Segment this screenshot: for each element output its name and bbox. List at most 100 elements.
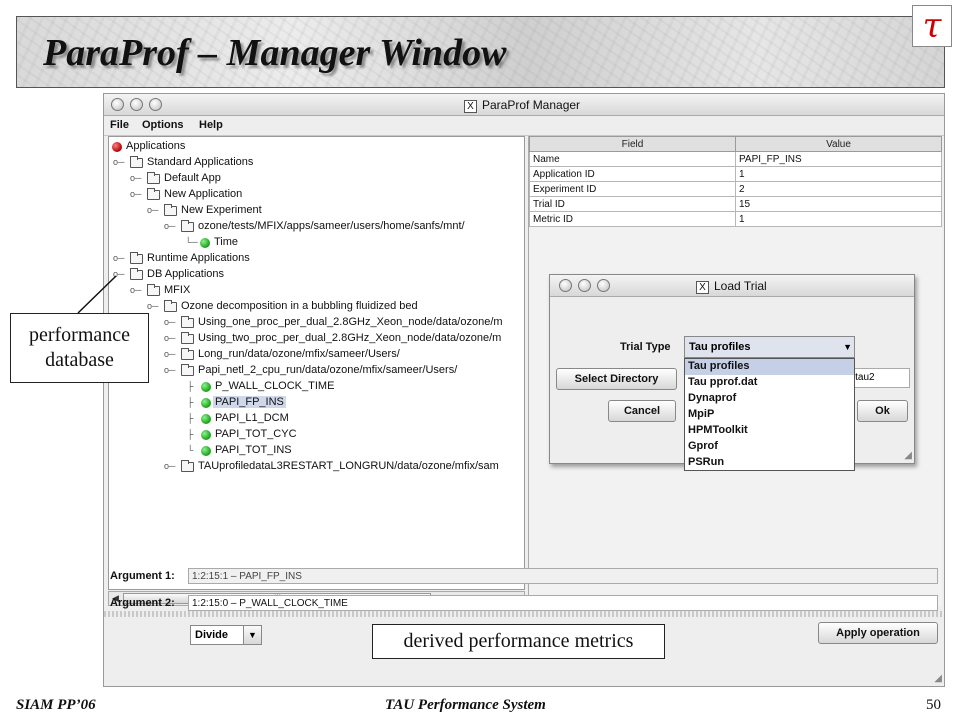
- table-row[interactable]: Application ID 1: [529, 166, 942, 182]
- argument-1-field[interactable]: 1:2:15:1 – PAPI_FP_INS: [188, 568, 938, 584]
- table-row[interactable]: Trial ID 15: [529, 196, 942, 212]
- page-number: 50: [926, 697, 941, 713]
- trial-type-option[interactable]: Dynaprof: [685, 391, 854, 407]
- menu-bar: File Options Help: [104, 116, 944, 136]
- tree-handle-icon[interactable]: o─: [147, 205, 158, 215]
- tree-line-icon: ├: [187, 397, 194, 407]
- green-dot-icon: [200, 238, 210, 248]
- close-dialog-icon[interactable]: [559, 279, 572, 292]
- trial-type-option[interactable]: Tau profiles: [685, 359, 854, 375]
- folder-icon: [181, 364, 194, 376]
- x11-icon: X: [696, 281, 709, 294]
- trial-type-option[interactable]: Tau pprof.dat: [685, 375, 854, 391]
- folder-icon: [164, 300, 177, 312]
- tree-line-icon: ├: [187, 413, 194, 423]
- menu-help[interactable]: Help: [199, 119, 223, 131]
- green-dot-icon: [201, 398, 211, 408]
- trial-type-option[interactable]: MpiP: [685, 407, 854, 423]
- folder-icon: [181, 332, 194, 344]
- green-dot-icon: [201, 414, 211, 424]
- chevron-down-icon[interactable]: ▼: [843, 342, 852, 352]
- argument-1-label: Argument 1:: [110, 570, 175, 582]
- chevron-down-icon[interactable]: ▼: [243, 626, 261, 644]
- argument-2-label: Argument 2:: [110, 597, 175, 609]
- x11-icon: X: [464, 100, 477, 113]
- tree-handle-icon[interactable]: o─: [113, 253, 124, 263]
- folder-icon: [181, 316, 194, 328]
- table-row[interactable]: Metric ID 1: [529, 211, 942, 227]
- folder-icon: [130, 156, 143, 168]
- operation-select[interactable]: Divide ▼: [190, 625, 262, 645]
- tree-handle-icon[interactable]: o─: [113, 157, 124, 167]
- derived-metrics-callout: derived performance metrics: [372, 624, 665, 659]
- window-title: X ParaProf Manager: [464, 98, 580, 113]
- tree-handle-icon[interactable]: o─: [164, 365, 175, 375]
- folder-icon: [130, 252, 143, 264]
- resize-grip-icon[interactable]: ◢: [904, 450, 912, 461]
- split-pane-divider[interactable]: [104, 611, 944, 617]
- close-window-icon[interactable]: [111, 98, 124, 111]
- trial-type-option[interactable]: Gprof: [685, 439, 854, 455]
- tree-line-icon: └: [187, 445, 194, 455]
- slide-title: ParaProf – Manager Window: [43, 32, 507, 74]
- folder-icon: [147, 188, 160, 200]
- directory-path-field[interactable]: r/tau2: [846, 368, 910, 388]
- table-row[interactable]: Name PAPI_FP_INS: [529, 151, 942, 167]
- tree-handle-icon[interactable]: o─: [130, 189, 141, 199]
- tree-handle-icon[interactable]: o─: [164, 333, 175, 343]
- trial-type-dropdown-list[interactable]: Tau profiles Tau pprof.dat Dynaprof MpiP…: [684, 358, 855, 471]
- tree-handle-icon[interactable]: o─: [113, 269, 124, 279]
- tree-handle-icon[interactable]: o─: [164, 349, 175, 359]
- tree-handle-icon[interactable]: o─: [130, 285, 141, 295]
- performance-database-callout: performance database: [10, 313, 149, 383]
- dialog-titlebar[interactable]: X Load Trial: [550, 275, 914, 297]
- dialog-title: X Load Trial: [696, 279, 767, 294]
- tree-handle-icon[interactable]: o─: [130, 173, 141, 183]
- folder-icon: [147, 284, 160, 296]
- tree-handle-icon[interactable]: o─: [164, 461, 175, 471]
- tree-line-icon: ├: [187, 381, 194, 391]
- column-header-field[interactable]: Field: [529, 136, 736, 152]
- footer-left: SIAM PP’06: [16, 697, 96, 713]
- application-tree[interactable]: Applications o─ Standard Applications o─…: [108, 136, 525, 590]
- tree-handle-icon[interactable]: o─: [164, 221, 175, 231]
- minimize-dialog-icon[interactable]: [578, 279, 591, 292]
- tree-line-icon: └─: [185, 237, 198, 247]
- folder-icon: [147, 172, 160, 184]
- zoom-dialog-icon[interactable]: [597, 279, 610, 292]
- footer-center: TAU Performance System: [385, 697, 546, 713]
- trial-type-option[interactable]: PSRun: [685, 455, 854, 471]
- column-header-value[interactable]: Value: [735, 136, 942, 152]
- green-dot-icon: [201, 446, 211, 456]
- table-row[interactable]: Experiment ID 2: [529, 181, 942, 197]
- folder-icon: [181, 220, 194, 232]
- slide-title-banner: ParaProf – Manager Window: [16, 16, 945, 88]
- minimize-window-icon[interactable]: [130, 98, 143, 111]
- tree-handle-icon[interactable]: o─: [164, 317, 175, 327]
- field-value-table: Field Value Name PAPI_FP_INS Application …: [529, 136, 942, 227]
- green-dot-icon: [201, 382, 211, 392]
- folder-icon: [130, 268, 143, 280]
- argument-2-field[interactable]: 1:2:15:0 – P_WALL_CLOCK_TIME: [188, 595, 938, 611]
- tree-line-icon: ├: [187, 429, 194, 439]
- resize-grip-icon[interactable]: ◢: [934, 673, 942, 684]
- trial-type-option[interactable]: HPMToolkit: [685, 423, 854, 439]
- trial-type-select[interactable]: Tau profiles ▼: [684, 336, 855, 358]
- window-titlebar[interactable]: X ParaProf Manager: [104, 94, 944, 116]
- select-directory-button[interactable]: Select Directory: [556, 368, 677, 390]
- cancel-button[interactable]: Cancel: [608, 400, 676, 422]
- tree-handle-icon[interactable]: o─: [147, 301, 158, 311]
- menu-options[interactable]: Options: [142, 119, 184, 131]
- menu-file[interactable]: File: [110, 119, 129, 131]
- zoom-window-icon[interactable]: [149, 98, 162, 111]
- folder-icon: [181, 460, 194, 472]
- green-dot-icon: [201, 430, 211, 440]
- ok-button[interactable]: Ok: [857, 400, 908, 422]
- load-trial-dialog: X Load Trial Trial Type Tau profiles ▼ Se…: [549, 274, 915, 471]
- red-dot-icon: [112, 142, 122, 152]
- trial-type-label: Trial Type: [620, 341, 671, 353]
- folder-icon: [181, 348, 194, 360]
- apply-operation-button[interactable]: Apply operation: [818, 622, 938, 644]
- tau-logo-icon: τ: [912, 5, 952, 47]
- folder-icon: [164, 204, 177, 216]
